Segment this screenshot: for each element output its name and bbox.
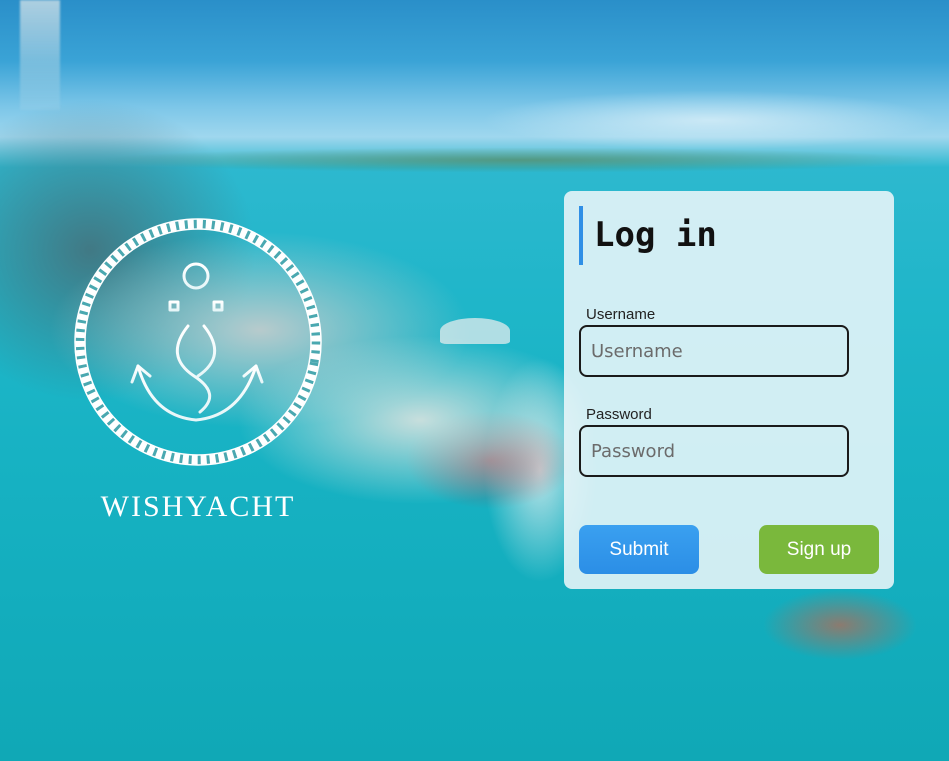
signup-button[interactable]: Sign up — [759, 525, 879, 574]
login-card: Log in Username Password Submit Sign up — [564, 191, 894, 589]
background-cloud — [480, 90, 940, 150]
background-mast — [20, 0, 60, 110]
password-input[interactable] — [579, 425, 849, 477]
anchor-rope-icon — [74, 218, 322, 466]
brand-name: WISHYACHT — [100, 490, 296, 523]
background-umbrella — [440, 318, 510, 344]
submit-button[interactable]: Submit — [579, 525, 699, 574]
username-label: Username — [586, 306, 656, 323]
password-label: Password — [586, 406, 652, 423]
login-title: Log in — [579, 206, 717, 265]
username-input[interactable] — [579, 325, 849, 377]
